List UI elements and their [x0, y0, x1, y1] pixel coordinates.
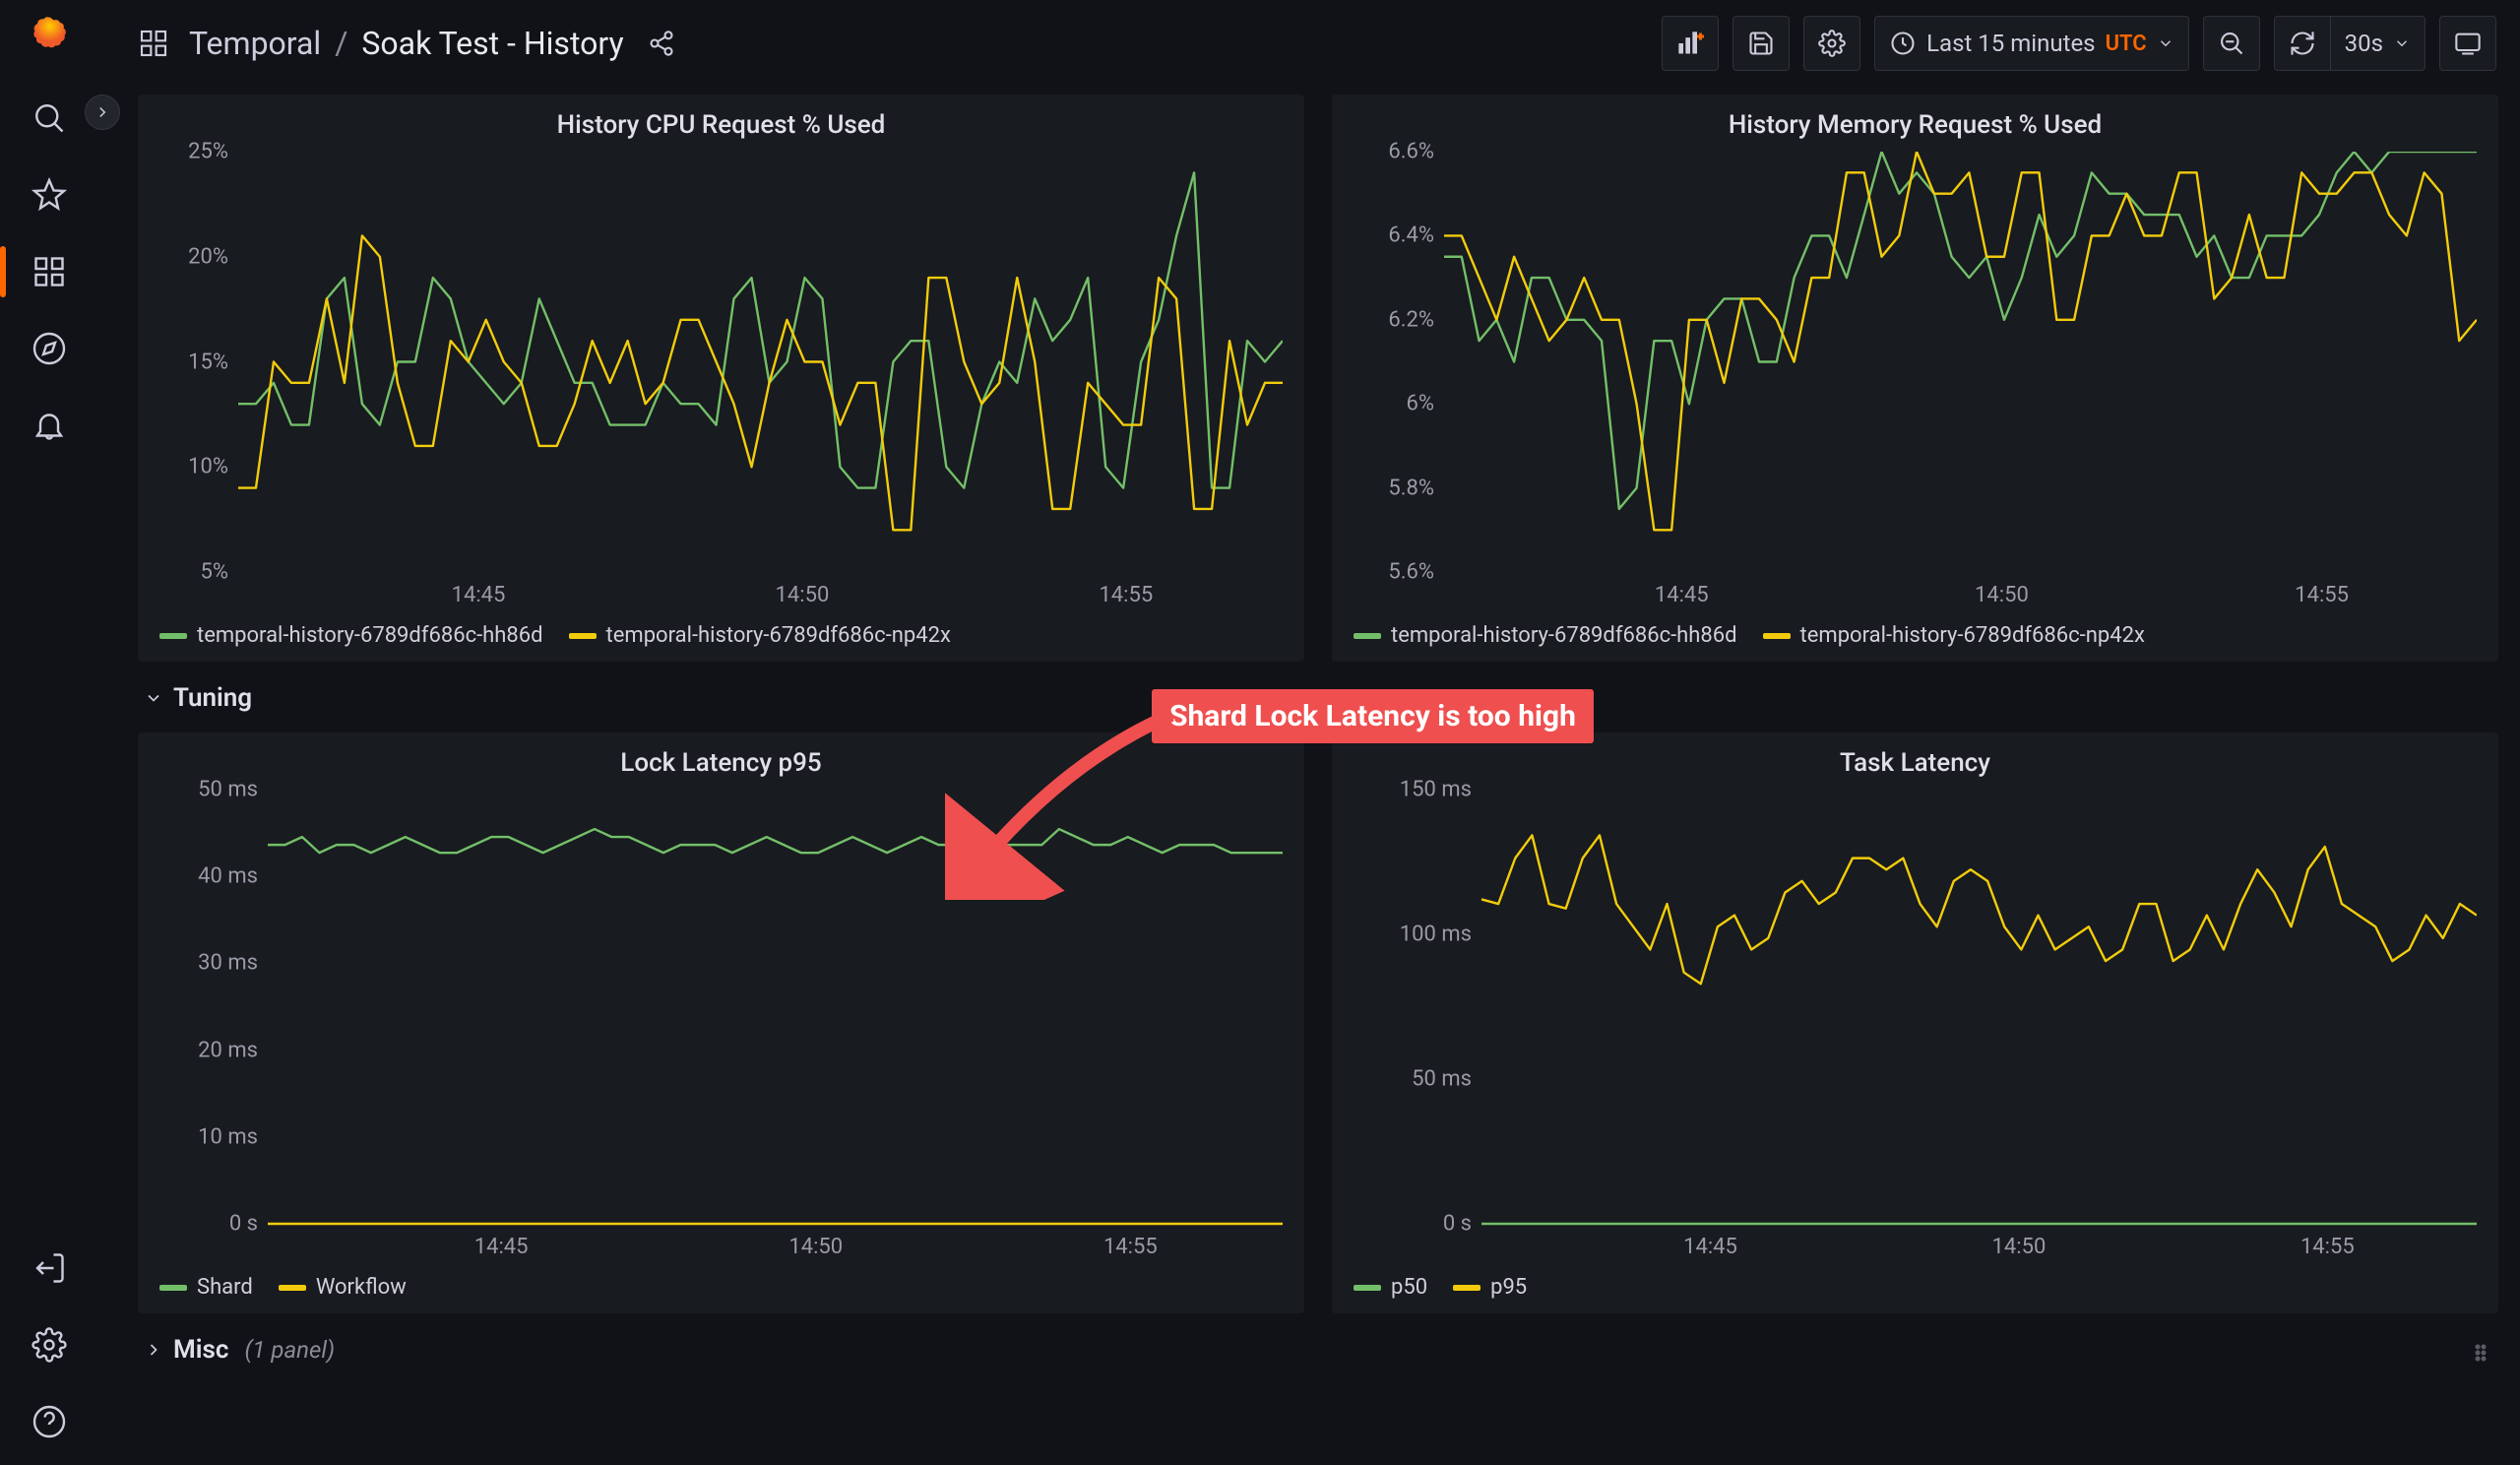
panel-title: Lock Latency p95 — [138, 732, 1304, 782]
panel-title: History Memory Request % Used — [1332, 95, 2498, 144]
panel-legend: temporal-history-6789df686c-hh86d tempor… — [1332, 613, 2498, 662]
refresh-interval-picker[interactable]: 30s — [2330, 16, 2426, 71]
row-header-misc[interactable]: Misc (1 panel) — [138, 1327, 2498, 1370]
dashboards-icon[interactable] — [30, 252, 69, 291]
panel-title: History CPU Request % Used — [138, 95, 1304, 144]
signin-icon[interactable] — [30, 1248, 69, 1288]
panel-legend: Shard Workflow — [138, 1265, 1304, 1313]
top-bar: Temporal / Soak Test - History Last 15 m… — [98, 0, 2520, 87]
panel-legend: temporal-history-6789df686c-hh86d tempor… — [138, 613, 1304, 662]
chevron-down-icon — [2157, 34, 2174, 52]
zoom-out-button[interactable] — [2203, 16, 2260, 71]
row-title: Misc — [173, 1335, 228, 1365]
refresh-interval-label: 30s — [2345, 30, 2383, 57]
dashboard-content: History CPU Request % Used 5%10%15%20%25… — [138, 95, 2498, 1465]
timezone-label: UTC — [2106, 32, 2147, 56]
side-nav — [0, 0, 98, 1465]
grafana-logo[interactable] — [28, 14, 71, 61]
panel-task-latency[interactable]: Task Latency 0 s50 ms100 ms150 ms14:4514… — [1332, 732, 2498, 1313]
chevron-down-icon — [2393, 34, 2411, 52]
search-icon[interactable] — [30, 98, 69, 138]
tv-mode-button[interactable] — [2439, 16, 2496, 71]
panel-cpu[interactable]: History CPU Request % Used 5%10%15%20%25… — [138, 95, 1304, 662]
refresh-button[interactable] — [2274, 16, 2330, 71]
time-range-label: Last 15 minutes — [1926, 30, 2095, 57]
row-title: Tuning — [173, 683, 252, 713]
time-picker[interactable]: Last 15 minutes UTC — [1874, 16, 2189, 71]
add-panel-button[interactable] — [1662, 16, 1719, 71]
star-icon[interactable] — [30, 175, 69, 215]
panel-legend: p50 p95 — [1332, 1265, 2498, 1313]
drag-handle-icon[interactable] — [2469, 1341, 2492, 1365]
share-icon[interactable] — [648, 30, 675, 57]
dashboard-settings-button[interactable] — [1803, 16, 1860, 71]
apps-icon[interactable] — [138, 28, 169, 59]
alerting-icon[interactable] — [30, 406, 69, 445]
save-button[interactable] — [1732, 16, 1790, 71]
clock-icon — [1889, 30, 1917, 57]
row-header-tuning[interactable]: Tuning — [138, 675, 2498, 719]
explore-icon[interactable] — [30, 329, 69, 368]
panel-lock-latency[interactable]: Lock Latency p95 0 s10 ms20 ms30 ms40 ms… — [138, 732, 1304, 1313]
sidebar-collapse-button[interactable] — [85, 95, 120, 130]
panel-title: Task Latency — [1332, 732, 2498, 782]
breadcrumb-folder[interactable]: Temporal — [189, 25, 321, 62]
panel-memory[interactable]: History Memory Request % Used 5.6%5.8%6%… — [1332, 95, 2498, 662]
breadcrumb-title[interactable]: Soak Test - History — [361, 25, 623, 62]
breadcrumb: Temporal / Soak Test - History — [189, 25, 624, 62]
breadcrumb-separator: / — [335, 25, 347, 62]
chevron-right-icon — [144, 1340, 163, 1360]
chevron-down-icon — [144, 688, 163, 708]
help-icon[interactable] — [30, 1402, 69, 1441]
row-panel-count: (1 panel) — [244, 1336, 335, 1364]
settings-icon[interactable] — [30, 1325, 69, 1365]
